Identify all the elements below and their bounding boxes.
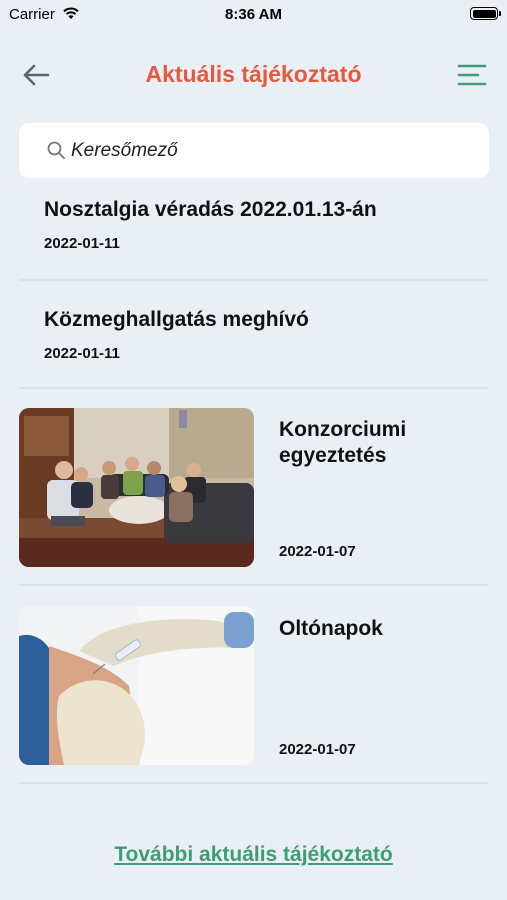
battery-icon <box>470 7 501 20</box>
menu-icon <box>457 64 487 86</box>
divider <box>19 584 489 586</box>
news-title: Közmeghallgatás meghívó <box>44 308 309 331</box>
news-item[interactable]: Közmeghallgatás meghívó 2022-01-11 <box>19 307 489 387</box>
search-input[interactable] <box>71 123 471 178</box>
nav-bar: Aktuális tájékoztató <box>0 50 507 100</box>
news-item[interactable]: Nosztalgia véradás 2022.01.13-án 2022-01… <box>19 197 489 277</box>
menu-button[interactable] <box>457 60 487 90</box>
news-date: 2022-01-11 <box>44 235 120 252</box>
page-title: Aktuális tájékoztató <box>145 61 362 87</box>
news-date: 2022-01-07 <box>279 543 356 560</box>
search-box <box>19 123 489 178</box>
divider <box>19 387 489 389</box>
news-title: Nosztalgia véradás 2022.01.13-án <box>44 198 377 221</box>
news-date: 2022-01-07 <box>279 741 356 758</box>
divider <box>19 782 489 784</box>
vaccination-photo <box>19 606 254 765</box>
divider <box>19 279 489 281</box>
news-title: Konzorciumi egyeztetés <box>279 418 407 467</box>
meeting-photo <box>19 408 254 567</box>
clock: 8:36 AM <box>225 6 282 23</box>
status-bar: Carrier 8:36 AM <box>0 0 507 30</box>
search-icon <box>47 141 65 159</box>
news-item[interactable]: Konzorciumi egyeztetés 2022-01-07 <box>19 408 489 568</box>
more-news-link[interactable]: További aktuális tájékoztató <box>0 843 507 867</box>
news-date: 2022-01-11 <box>44 345 120 362</box>
news-title: Oltónapok <box>279 617 383 640</box>
news-item[interactable]: Oltónapok 2022-01-07 <box>19 606 489 766</box>
